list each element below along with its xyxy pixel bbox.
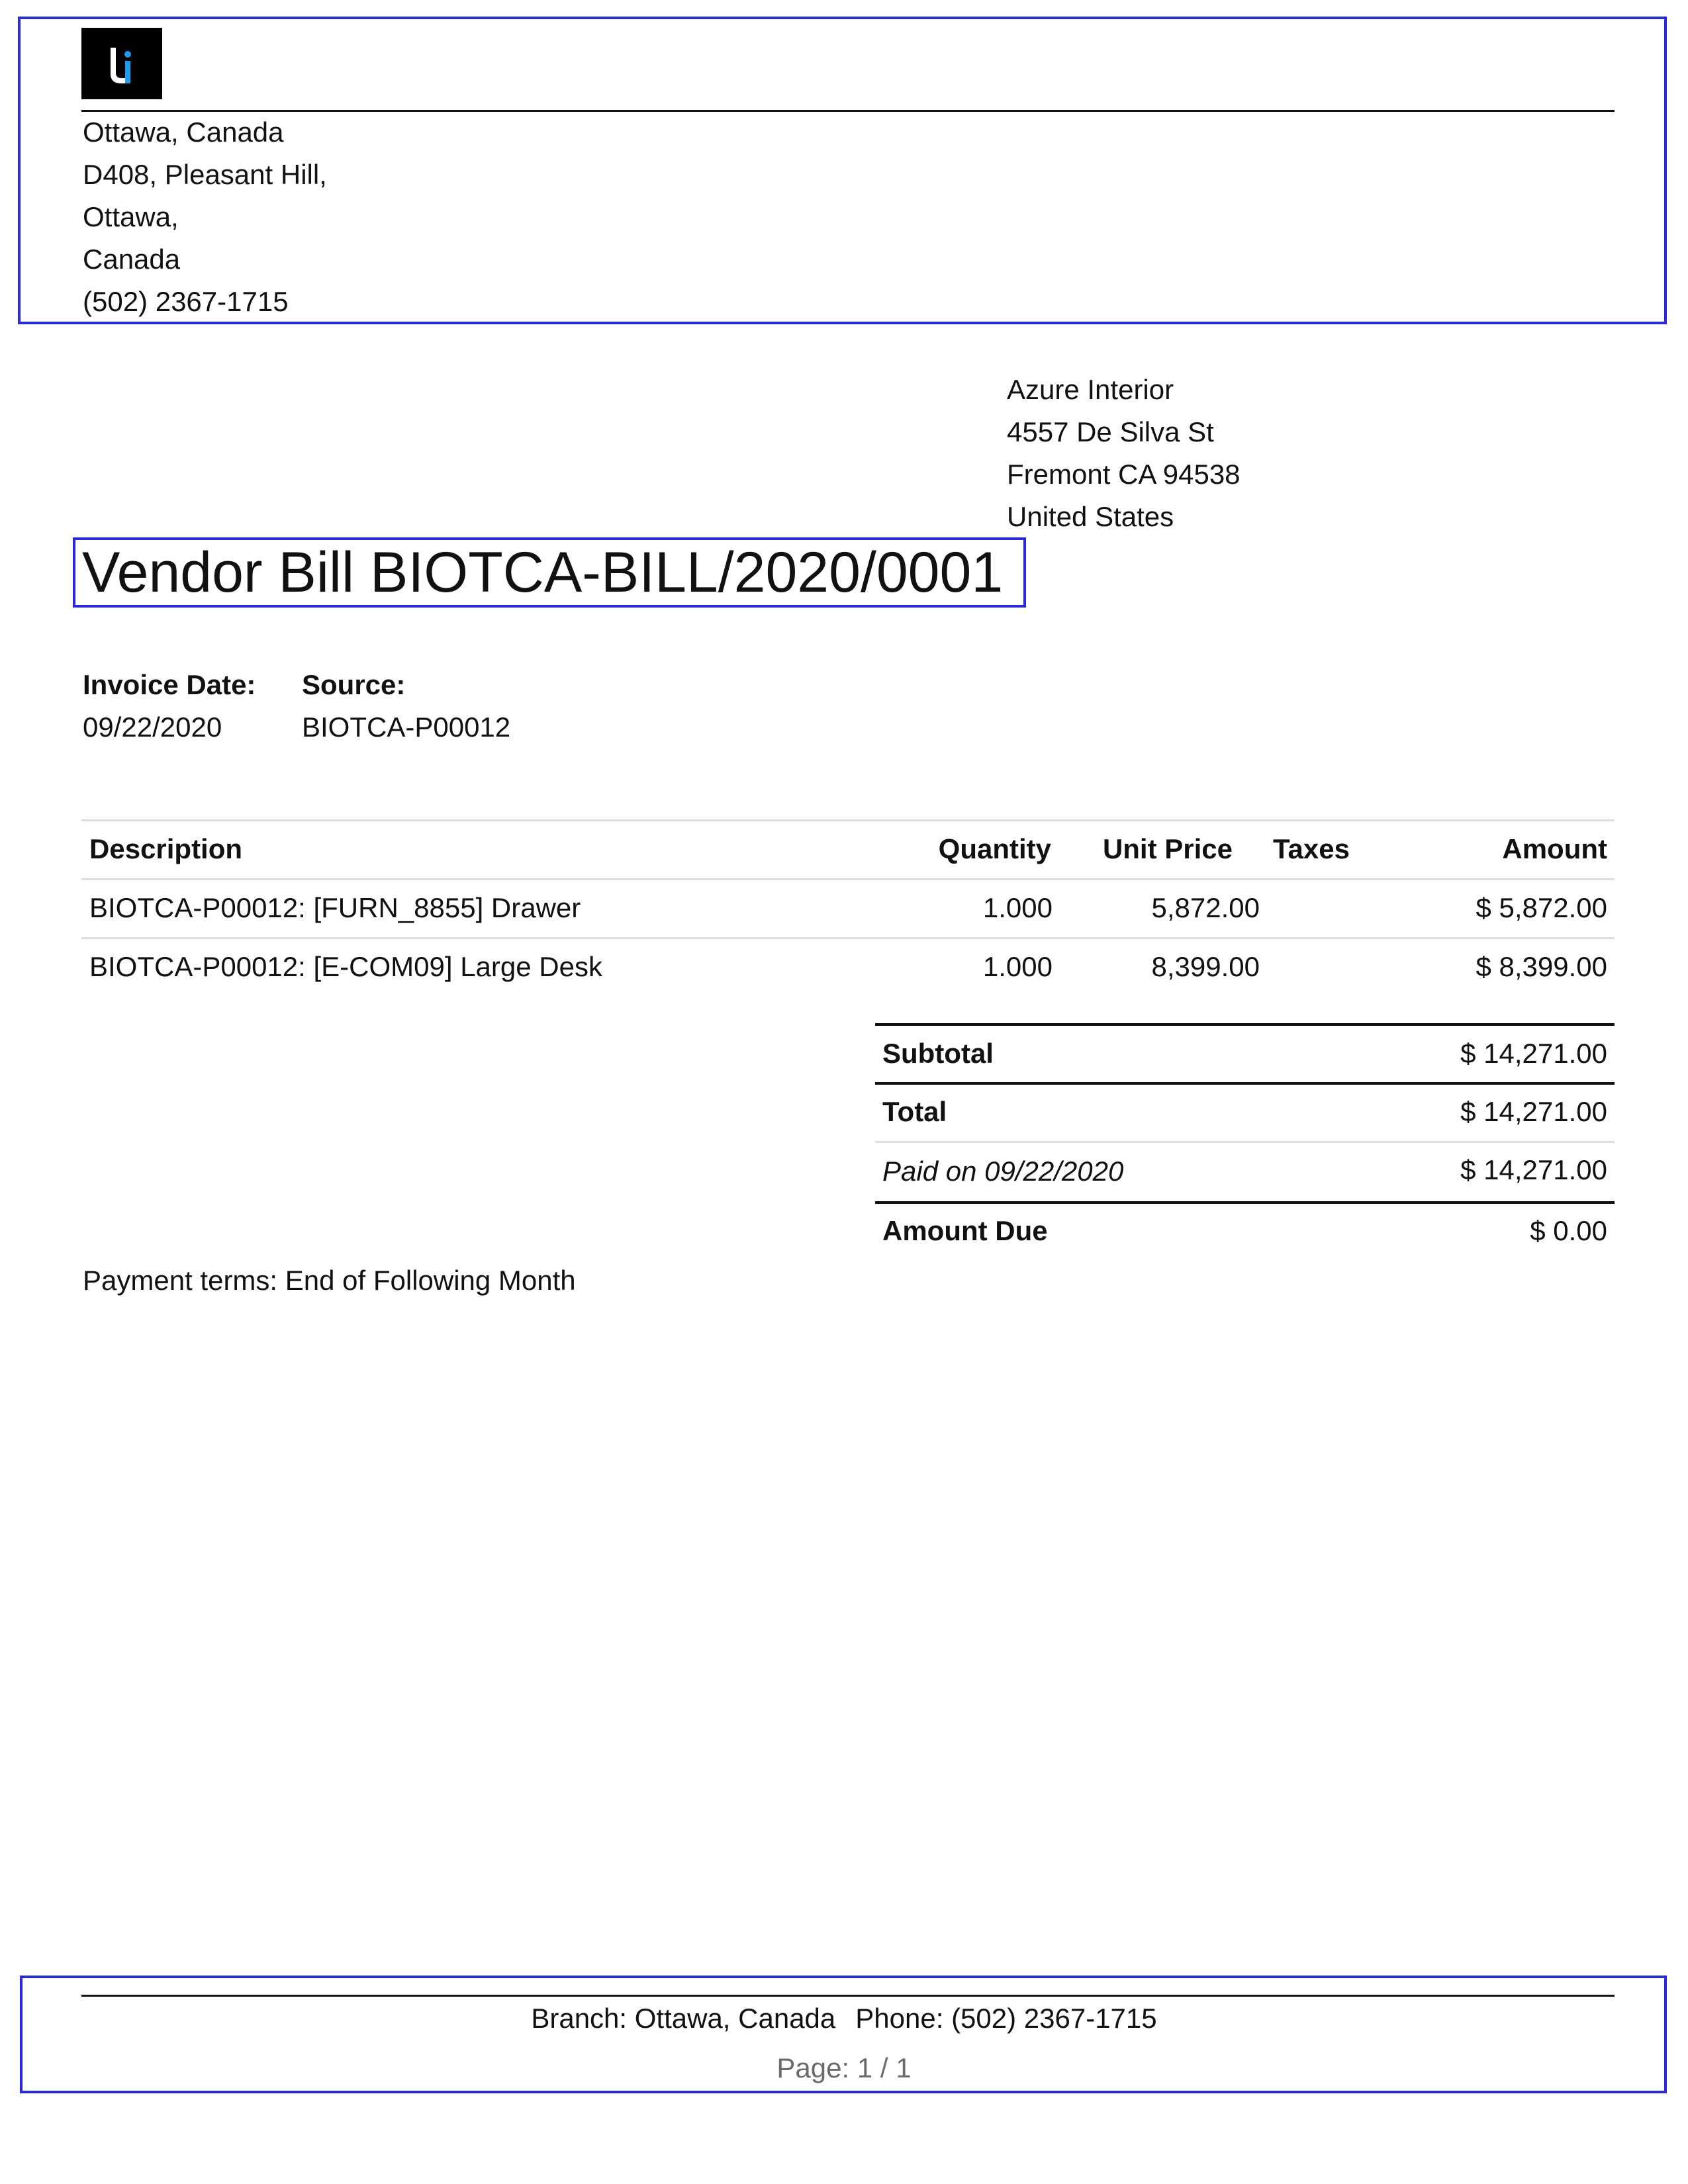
- table-row-2-quantity: 1.000: [982, 951, 1053, 982]
- column-header-unit-price: Unit Price: [1102, 833, 1233, 864]
- amount-due-value: $ 0.00: [1530, 1215, 1607, 1246]
- table-row-2-description: BIOTCA-P00012: [E-COM09] Large Desk: [89, 951, 602, 982]
- footer-phone: Phone: (502) 2367-1715: [855, 2003, 1157, 2034]
- company-logo-icon: [81, 28, 162, 99]
- table-row-1-quantity: 1.000: [982, 892, 1053, 923]
- totals-top-rule: [875, 1023, 1615, 1026]
- company-address-line-2: D408, Pleasant Hill,: [83, 159, 327, 190]
- invoice-date-value: 09/22/2020: [83, 711, 222, 743]
- table-row-2-amount: $ 8,399.00: [1476, 951, 1607, 982]
- page-number: Page: 1 / 1: [776, 2052, 912, 2083]
- column-header-taxes: Taxes: [1273, 833, 1350, 864]
- vendor-street: 4557 De Silva St: [1007, 416, 1214, 447]
- source-label: Source:: [302, 669, 406, 700]
- column-header-description: Description: [89, 833, 243, 864]
- column-header-quantity: Quantity: [938, 833, 1051, 864]
- table-top-rule: [81, 819, 1615, 821]
- document-title: Vendor Bill BIOTCA-BILL/2020/0001: [82, 541, 1004, 604]
- footer-branch: Branch: Ottawa, Canada: [531, 2003, 836, 2034]
- invoice-date-label: Invoice Date:: [83, 669, 256, 700]
- paid-on-label: Paid on 09/22/2020: [882, 1156, 1124, 1187]
- subtotal-value: $ 14,271.00: [1460, 1038, 1607, 1069]
- subtotal-label: Subtotal: [882, 1038, 994, 1069]
- totals-total-rule: [875, 1141, 1615, 1143]
- table-row-1-description: BIOTCA-P00012: [FURN_8855] Drawer: [89, 892, 581, 923]
- vendor-city: Fremont CA 94538: [1007, 459, 1241, 490]
- company-address-line-3: Ottawa,: [83, 201, 179, 232]
- total-value: $ 14,271.00: [1460, 1096, 1607, 1127]
- column-header-amount: Amount: [1502, 833, 1607, 864]
- company-address-line-1: Ottawa, Canada: [83, 116, 284, 148]
- vendor-country: United States: [1007, 501, 1174, 532]
- table-row-2-unit-price: 8,399.00: [1151, 951, 1260, 982]
- totals-subtotal-rule: [875, 1082, 1615, 1085]
- payment-terms: Payment terms: End of Following Month: [83, 1265, 576, 1296]
- total-label: Total: [882, 1096, 947, 1127]
- vendor-name: Azure Interior: [1007, 374, 1174, 405]
- source-value: BIOTCA-P00012: [302, 711, 511, 743]
- table-row-1-amount: $ 5,872.00: [1476, 892, 1607, 923]
- company-address-line-4: Canada: [83, 244, 181, 275]
- paid-value: $ 14,271.00: [1460, 1154, 1607, 1185]
- table-row-divider: [81, 937, 1615, 939]
- header-divider: [81, 110, 1615, 112]
- table-row-1-unit-price: 5,872.00: [1151, 892, 1260, 923]
- footer-divider: [81, 1995, 1615, 1997]
- totals-paid-rule: [875, 1201, 1615, 1204]
- company-phone: (502) 2367-1715: [83, 286, 289, 317]
- table-header-rule: [81, 878, 1615, 880]
- footer-contact: Branch: Ottawa, Canada Phone: (502) 2367-…: [0, 1997, 1688, 2040]
- amount-due-label: Amount Due: [882, 1215, 1048, 1246]
